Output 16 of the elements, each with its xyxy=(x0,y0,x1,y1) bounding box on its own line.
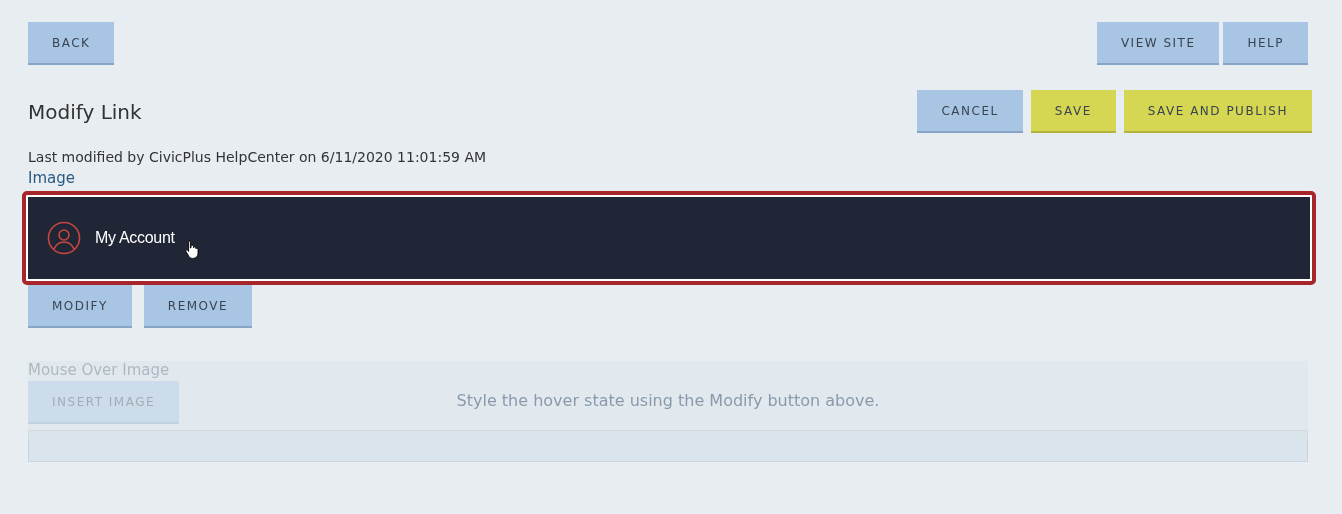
save-button[interactable]: SAVE xyxy=(1030,90,1116,133)
input-field[interactable] xyxy=(28,430,1308,462)
overlay-message: Style the hover state using the Modify button above. xyxy=(456,391,880,410)
modify-button[interactable]: MODIFY xyxy=(28,285,132,328)
remove-button[interactable]: REMOVE xyxy=(143,285,253,328)
help-button[interactable]: HELP xyxy=(1223,22,1308,65)
back-button[interactable]: BACK xyxy=(28,22,115,65)
preview-text: My Account xyxy=(95,229,175,247)
image-preview[interactable]: My Account xyxy=(22,191,1316,285)
user-icon xyxy=(47,221,81,255)
last-modified-text: Last modified by CivicPlus HelpCenter on 6/11/2020 11:01:59 AM xyxy=(28,149,488,165)
cancel-button[interactable]: CANCEL xyxy=(917,90,1023,133)
view-site-button[interactable]: VIEW SITE xyxy=(1096,22,1220,65)
image-label: Image xyxy=(28,169,75,187)
save-and-publish-button[interactable]: SAVE AND PUBLISH xyxy=(1123,90,1312,133)
page-title: Modify Link xyxy=(28,99,142,124)
